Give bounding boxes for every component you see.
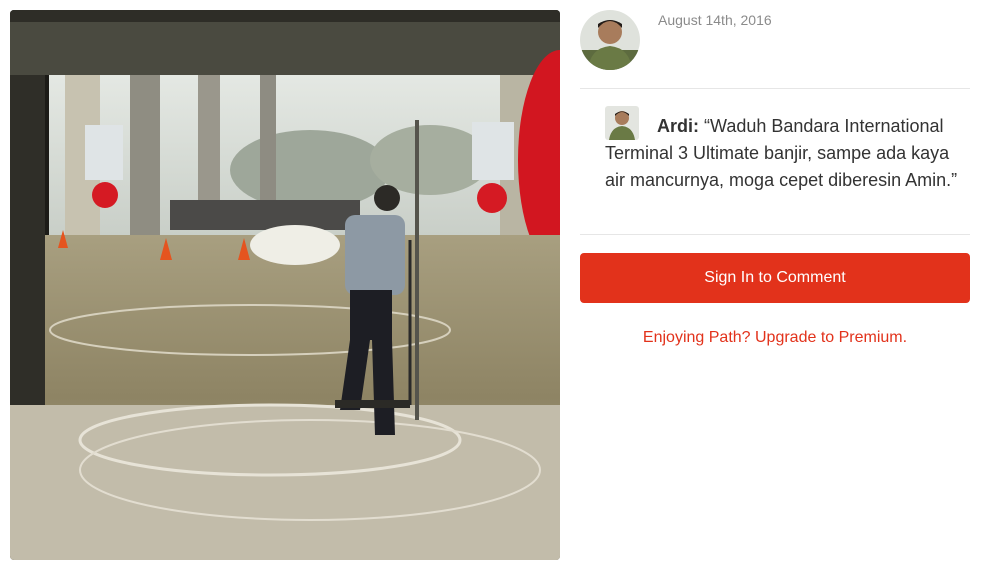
divider (580, 234, 970, 235)
comment-body: Ardi: “Waduh Bandara International Termi… (605, 113, 965, 194)
comment-author[interactable]: Ardi: (657, 116, 699, 136)
upgrade-premium-link[interactable]: Enjoying Path? Upgrade to Premium. (580, 329, 970, 347)
post-sidebar: August 14th, 2016 Ardi: “Waduh Bandara I… (580, 0, 970, 579)
post-photo[interactable] (10, 10, 560, 560)
poster-avatar[interactable] (580, 10, 640, 70)
divider (580, 88, 970, 89)
sign-in-to-comment-button[interactable]: Sign In to Comment (580, 253, 970, 303)
post-date: August 14th, 2016 (658, 12, 772, 28)
